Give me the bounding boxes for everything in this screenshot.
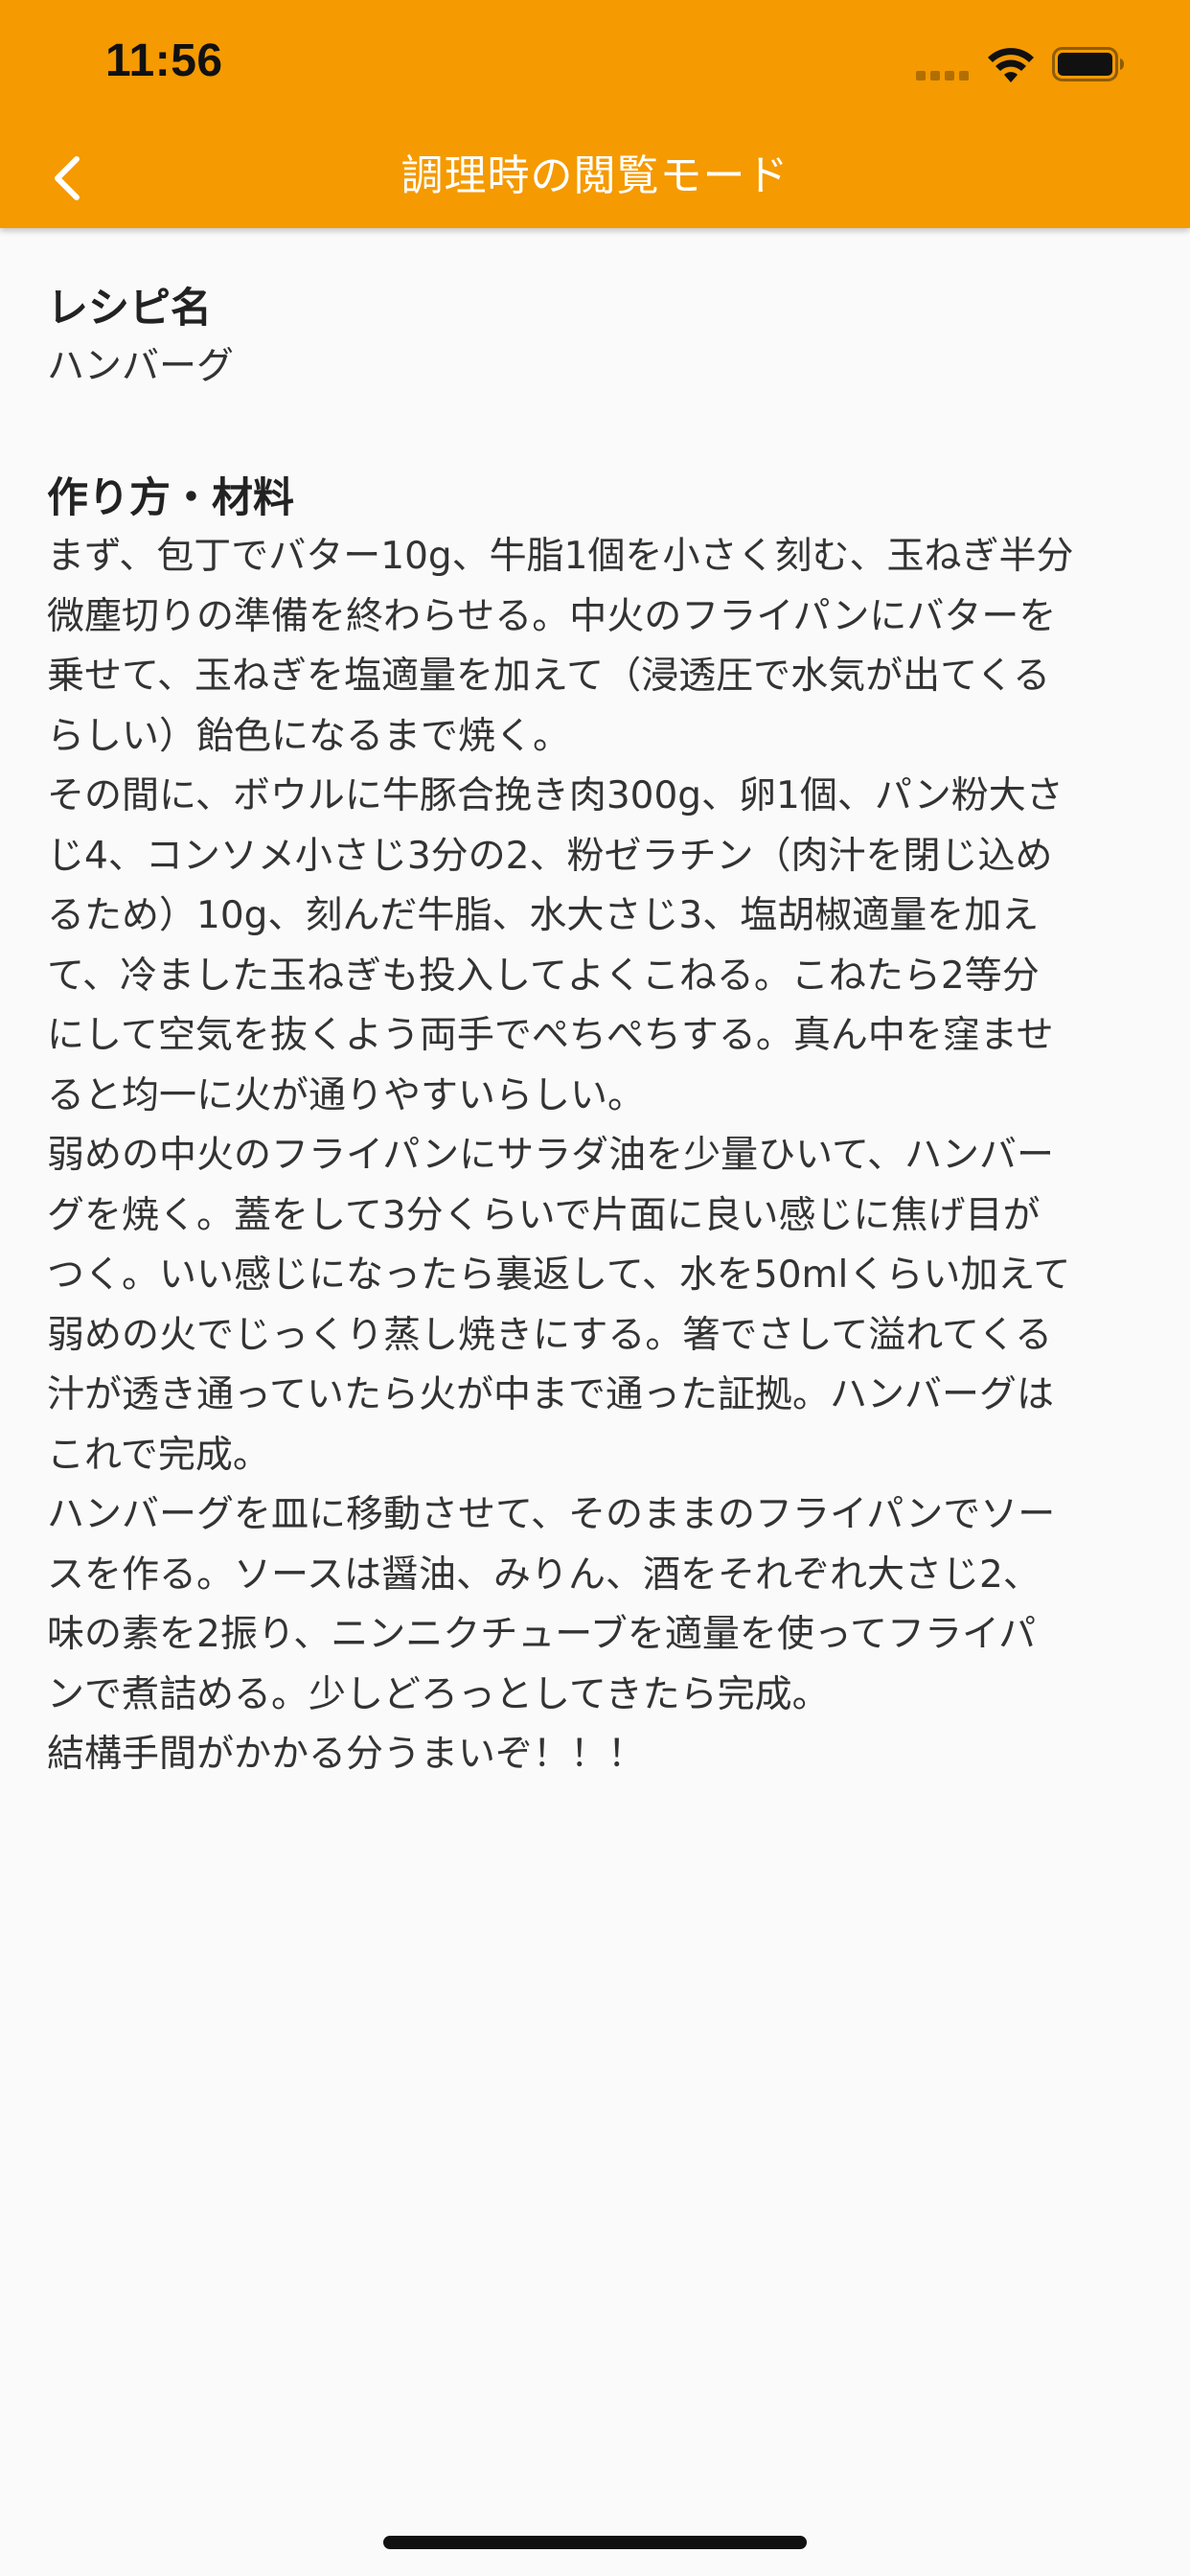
steps-heading: 作り方・材料: [47, 474, 294, 522]
steps-line: ハンバーグを皿に移動させて、そのままのフライパンでソー: [47, 1493, 1056, 1536]
steps-line: にして空気を抜くよう両手でぺちぺちする。真ん中を窪ませ: [47, 1014, 1054, 1057]
steps-line: まず、包丁でバター10g、牛脂1個を小さく刻む、玉ねぎ半分: [47, 535, 1074, 578]
steps-line: つく。いい感じになったら裏返して、水を50mlくらい加えて: [47, 1254, 1071, 1297]
back-button[interactable]: [29, 136, 109, 217]
recipe-name: ハンバーグ: [47, 345, 235, 388]
steps-line: らしい）飴色になるまで焼く。: [47, 714, 571, 758]
recipe-content: レシピ名 ハンバーグ 作り方・材料 まず、包丁でバター10g、牛脂1個を小さく刻…: [47, 280, 1149, 1785]
status-time: 11:56: [105, 35, 223, 86]
page-title: 調理時の閲覧モード: [400, 151, 790, 200]
steps-text: まず、包丁でバター10g、牛脂1個を小さく刻む、玉ねぎ半分 微塵切りの準備を終わ…: [47, 527, 1149, 1785]
steps-line: 弱めの中火のフライパンにサラダ油を少量ひいて、ハンバー: [47, 1134, 1055, 1177]
navigation-bar: 調理時の閲覧モード: [0, 126, 1190, 228]
steps-line: ンで煮詰める。少しどろっとしてきたら完成。: [47, 1672, 830, 1716]
app-bar: 11:56 調理時の閲覧モード: [0, 0, 1190, 228]
steps-line: 結構手間がかかる分うまいぞ！！！: [47, 1733, 646, 1776]
chevron-left-icon: [55, 156, 80, 200]
steps-line: るため）10g、刻んだ牛脂、水大さじ3、塩胡椒適量を加え: [47, 894, 1040, 937]
home-indicator: [383, 2536, 807, 2549]
wifi-icon: [988, 48, 1034, 82]
cellular-signal-icon: [916, 71, 970, 80]
steps-line: て、冷ました玉ねぎも投入してよくこねる。こねたら2等分: [47, 954, 1040, 998]
steps-line: じ4、コンソメ小さじ3分の2、粉ゼラチン（肉汁を閉じ込め: [47, 834, 1053, 878]
steps-line: 弱めの火でじっくり蒸し焼きにする。箸でさして溢れてくる: [47, 1313, 1053, 1357]
steps-line: これで完成。: [47, 1433, 270, 1477]
steps-line: グを焼く。蓋をして3分くらいで片面に良い感じに焦げ目が: [47, 1193, 1041, 1237]
recipe-name-heading: レシピ名: [47, 285, 212, 333]
steps-line: その間に、ボウルに牛豚合挽き肉300g、卵1個、パン粉大さ: [47, 774, 1064, 817]
steps-line: 微塵切りの準備を終わらせる。中火のフライパンにバターを: [47, 594, 1057, 638]
steps-line: 汁が透き通っていたら火が中まで通った証拠。ハンバーグは: [47, 1373, 1055, 1416]
status-bar: 11:56: [0, 0, 1190, 126]
battery-icon: [1052, 47, 1124, 81]
steps-line: 味の素を2振り、ニンニクチューブを適量を使ってフライパ: [47, 1613, 1037, 1656]
steps-line: 乗せて、玉ねぎを塩適量を加えて（浸透圧で水気が出てくる: [47, 655, 1051, 698]
steps-line: スを作る。ソースは醤油、みりん、酒をそれぞれ大さじ2、: [47, 1552, 1041, 1597]
steps-line: ると均一に火が通りやすいらしい。: [47, 1073, 646, 1117]
